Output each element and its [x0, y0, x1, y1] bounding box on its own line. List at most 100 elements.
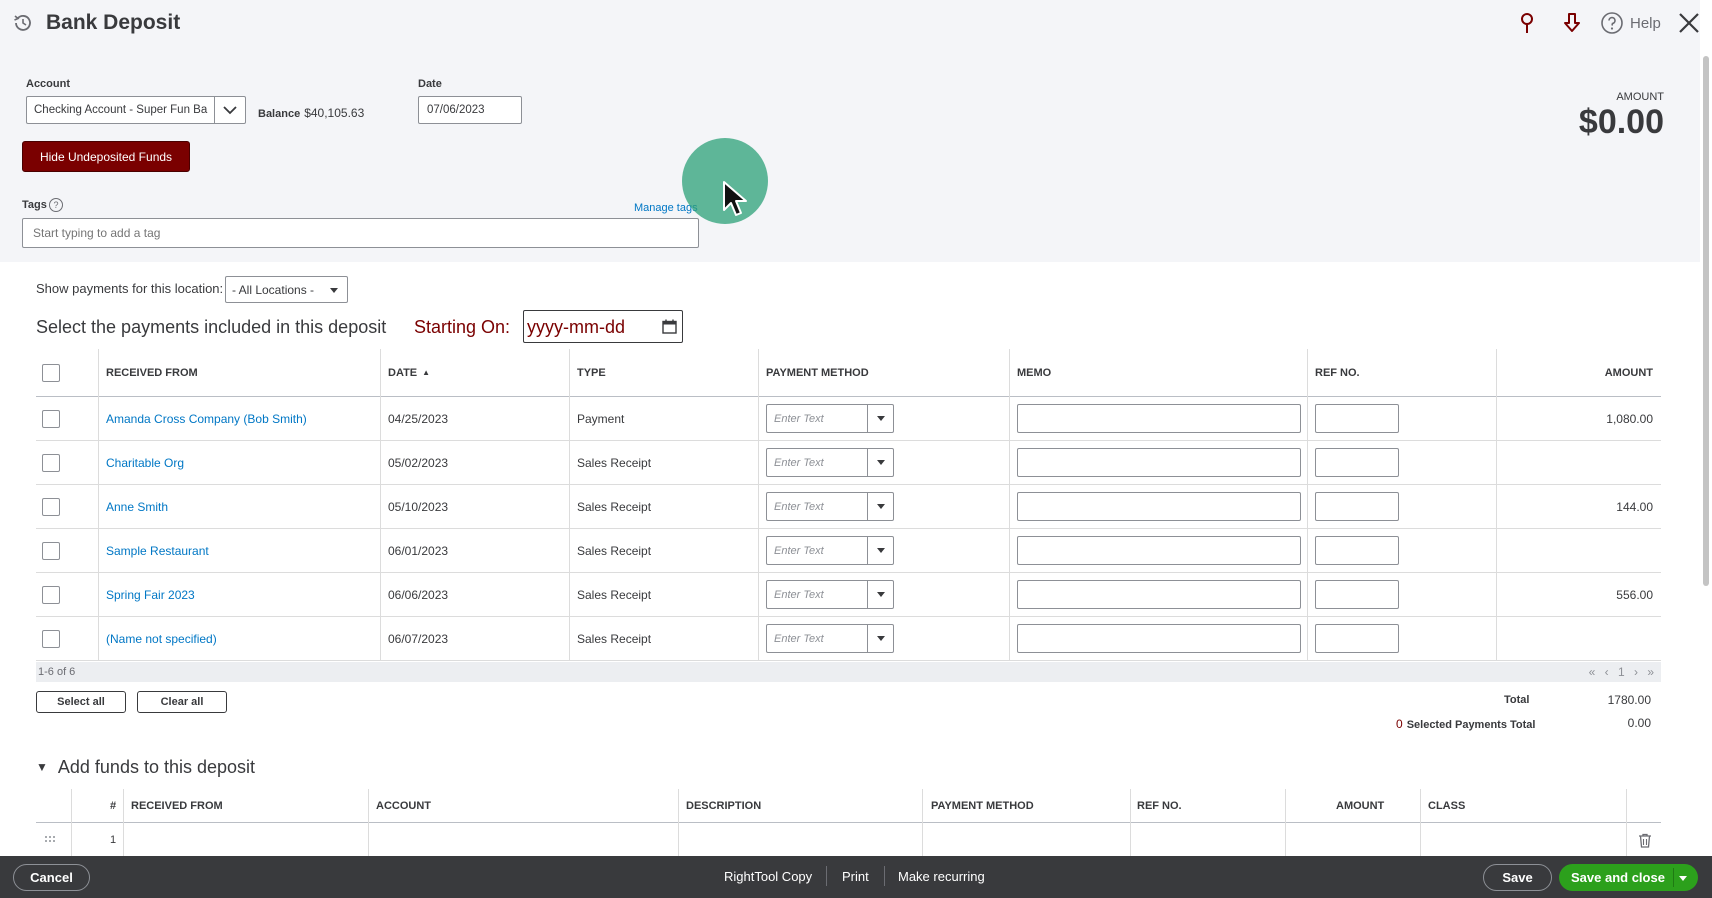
ref-no-input[interactable] [1315, 404, 1399, 433]
payment-type: Sales Receipt [577, 631, 652, 646]
account-select[interactable]: Checking Account - Super Fun Ba [26, 96, 246, 124]
cancel-button[interactable]: Cancel [13, 864, 90, 891]
col-date[interactable]: DATE ▲ [388, 349, 430, 396]
caret-down-icon[interactable] [867, 449, 893, 476]
row-checkbox-cell [42, 441, 60, 484]
ref-no-input[interactable] [1315, 448, 1399, 477]
ref-no-input[interactable] [1315, 492, 1399, 521]
history-icon[interactable] [12, 12, 34, 34]
select-all-checkbox[interactable] [42, 363, 60, 382]
received-from-link[interactable]: Amanda Cross Company (Bob Smith) [106, 397, 307, 440]
memo-input[interactable] [1017, 404, 1301, 433]
save-button[interactable]: Save [1483, 864, 1552, 891]
add-funds-toggle[interactable]: ▼ Add funds to this deposit [36, 757, 255, 778]
received-from-link[interactable]: Sample Restaurant [106, 529, 209, 572]
clear-all-button[interactable]: Clear all [137, 691, 227, 713]
af-col-class: CLASS [1428, 799, 1466, 812]
question-icon[interactable]: ? [49, 198, 63, 212]
table-row[interactable]: (Name not specified) 06/07/2023 Sales Rece… [36, 617, 1661, 661]
save-options-caret-icon[interactable] [1679, 876, 1687, 881]
row-checkbox[interactable] [42, 629, 60, 648]
selected-payments-label: 0 Selected Payments Total [1396, 717, 1535, 731]
help-icon[interactable] [1600, 11, 1624, 35]
make-recurring-link[interactable]: Make recurring [898, 869, 985, 884]
row-checkbox[interactable] [42, 541, 60, 560]
memo-cell [1017, 573, 1301, 616]
help-label[interactable]: Help [1630, 15, 1661, 32]
payment-method-select[interactable]: Enter Text [766, 404, 894, 433]
col-amount: AMOUNT [1604, 366, 1653, 379]
starting-on-date-input[interactable]: yyyy-mm-dd [523, 310, 683, 343]
calendar-icon[interactable] [662, 319, 677, 334]
received-from-link[interactable]: Spring Fair 2023 [106, 573, 195, 616]
col-received-from: RECEIVED FROM [106, 366, 198, 379]
ref-no-cell [1315, 573, 1399, 616]
righttool-copy-link[interactable]: RightTool Copy [724, 869, 812, 884]
payment-method-cell: Enter Text [766, 529, 894, 572]
save-and-close-label: Save and close [1571, 870, 1665, 885]
pagination-controls[interactable]: « ‹ 1 › » [1589, 665, 1657, 679]
memo-cell [1017, 397, 1301, 440]
caret-down-icon[interactable] [867, 405, 893, 432]
memo-input[interactable] [1017, 492, 1301, 521]
received-from-link[interactable]: (Name not specified) [106, 617, 217, 660]
add-funds-header-row: # RECEIVED FROM ACCOUNT DESCRIPTION PAYM… [36, 789, 1661, 823]
payment-method-cell: Enter Text [766, 441, 894, 484]
memo-input[interactable] [1017, 448, 1301, 477]
location-select[interactable]: - All Locations - [225, 276, 348, 303]
scrollbar-thumb[interactable] [1703, 56, 1709, 586]
payment-method-select[interactable]: Enter Text [766, 492, 894, 521]
row-checkbox[interactable] [42, 585, 60, 604]
starting-on-placeholder: yyyy-mm-dd [527, 317, 625, 337]
ref-no-cell [1315, 617, 1399, 660]
caret-down-icon[interactable] [867, 493, 893, 520]
location-value: - All Locations - [232, 283, 315, 297]
table-row[interactable]: Sample Restaurant 06/01/2023 Sales Receipt… [36, 529, 1661, 573]
ref-no-input[interactable] [1315, 536, 1399, 565]
scrollbar[interactable] [1700, 0, 1712, 856]
ref-no-input[interactable] [1315, 580, 1399, 609]
select-all-button[interactable]: Select all [36, 691, 126, 713]
row-checkbox[interactable] [42, 453, 60, 472]
payment-date: 04/25/2023 [388, 411, 449, 426]
caret-down-icon[interactable] [867, 625, 893, 652]
memo-input[interactable] [1017, 624, 1301, 653]
payment-method-select[interactable]: Enter Text [766, 448, 894, 477]
payment-method-placeholder: Enter Text [774, 501, 824, 513]
received-from-link[interactable]: Anne Smith [106, 485, 168, 528]
caret-down-icon[interactable] [867, 537, 893, 564]
add-funds-title: Add funds to this deposit [57, 757, 256, 777]
table-row[interactable]: Spring Fair 2023 06/06/2023 Sales Receipt E… [36, 573, 1661, 617]
location-pin-icon[interactable] [1515, 11, 1539, 35]
payment-method-select[interactable]: Enter Text [766, 580, 894, 609]
save-and-close-button[interactable]: Save and close [1559, 864, 1698, 891]
account-dropdown-toggle[interactable] [214, 97, 245, 123]
ref-no-input[interactable] [1315, 624, 1399, 653]
row-checkbox[interactable] [42, 497, 60, 516]
tags-input[interactable] [22, 218, 699, 248]
close-icon[interactable] [1677, 11, 1701, 35]
tags-label: Tags [22, 199, 47, 211]
payment-method-select[interactable]: Enter Text [766, 624, 894, 653]
date-field[interactable]: 07/06/2023 [418, 96, 522, 124]
table-row[interactable]: Amanda Cross Company (Bob Smith) 04/25/20… [36, 397, 1661, 441]
trash-icon[interactable] [1638, 823, 1652, 857]
memo-input[interactable] [1017, 580, 1301, 609]
sort-asc-icon: ▲ [422, 368, 431, 377]
print-link[interactable]: Print [842, 869, 869, 884]
row-checkbox-cell [42, 573, 60, 616]
add-funds-row[interactable]: 1 [36, 823, 1661, 857]
drag-handle-icon[interactable] [44, 823, 56, 857]
payment-method-select[interactable]: Enter Text [766, 536, 894, 565]
memo-input[interactable] [1017, 536, 1301, 565]
row-checkbox[interactable] [42, 409, 60, 428]
af-col-ref-no: REF NO. [1137, 799, 1182, 812]
af-col-payment-method: PAYMENT METHOD [931, 799, 1034, 812]
download-arrow-icon[interactable] [1560, 11, 1584, 35]
table-row[interactable]: Anne Smith 05/10/2023 Sales Receipt Enter T… [36, 485, 1661, 529]
received-from-link[interactable]: Charitable Org [106, 441, 184, 484]
hide-undeposited-funds-button[interactable]: Hide Undeposited Funds [22, 141, 190, 172]
caret-down-icon[interactable] [867, 581, 893, 608]
caret-down-icon [330, 288, 338, 293]
table-row[interactable]: Charitable Org 05/02/2023 Sales Receipt Ent… [36, 441, 1661, 485]
